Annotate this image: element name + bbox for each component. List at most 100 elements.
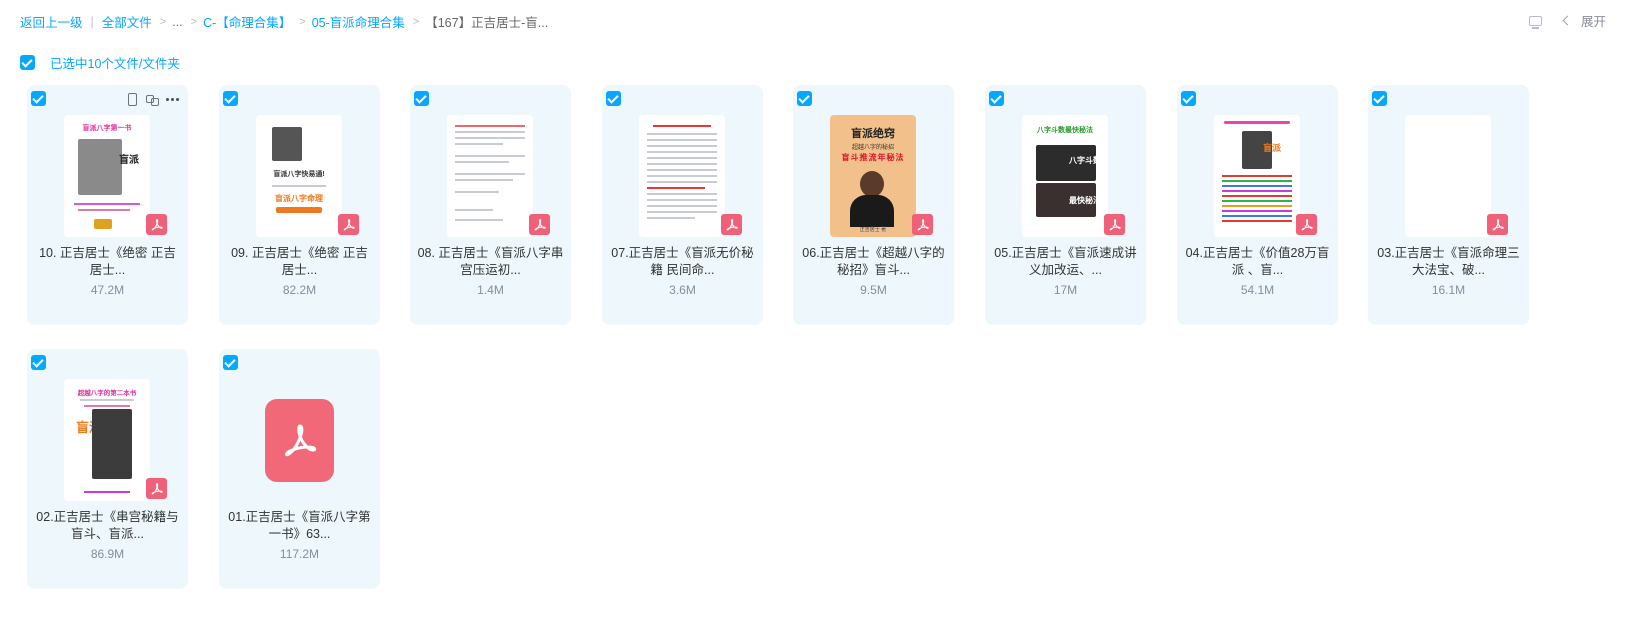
thumb-line bbox=[647, 187, 705, 189]
top-bar: 返回上一级 | 全部文件 > ... > C-【命理合集】 > 05-盲派命理合… bbox=[0, 0, 1636, 40]
thumb-line bbox=[455, 137, 525, 139]
file-thumbnail: 盲派绝窍 超越八字的秘招 盲斗推流年秘法 正吉居士 著 bbox=[830, 115, 916, 237]
file-thumbnail bbox=[639, 115, 725, 237]
file-card[interactable]: 08. 正吉居士《盲派八字串宫压运初... 1.4M bbox=[410, 85, 571, 325]
file-card[interactable]: 盲派八字快易通! 盲派八字命理 09. 正吉居士《绝密 正吉居士... 82.2… bbox=[219, 85, 380, 325]
file-card[interactable]: 03.正吉居士《盲派命理三大法宝、破... 16.1M bbox=[1368, 85, 1529, 325]
breadcrumb-level2[interactable]: 05-盲派命理合集 bbox=[312, 12, 405, 31]
thumb-line bbox=[455, 131, 525, 133]
chevron-left-icon[interactable] bbox=[1562, 15, 1573, 26]
file-size: 9.5M bbox=[860, 283, 887, 297]
thumb-line bbox=[455, 179, 513, 181]
breadcrumb-arrow-icon: > bbox=[190, 15, 198, 28]
file-checkbox[interactable] bbox=[1181, 91, 1196, 106]
file-card[interactable]: 07.正吉居士《盲派无价秘籍 民间命... 3.6M bbox=[602, 85, 763, 325]
selection-bar: 已选中10个文件/文件夹 bbox=[20, 53, 180, 72]
expand-button[interactable]: 展开 bbox=[1581, 11, 1606, 30]
thumb-line bbox=[647, 175, 717, 177]
file-name: 05.正吉居士《盲派速成讲义加改运、... bbox=[994, 246, 1137, 277]
thumb-line bbox=[455, 191, 499, 193]
file-checkbox[interactable] bbox=[31, 355, 46, 370]
thumb-line bbox=[1222, 195, 1292, 197]
file-thumbnail: 盲派 bbox=[1214, 115, 1300, 237]
thumb-mark: 八字斗数 bbox=[1069, 156, 1101, 165]
file-card[interactable]: 超越八字的第二本书 盲派 02.正吉居士《串宫秘籍与盲斗、盲派... 86.9M bbox=[27, 349, 188, 589]
thumb-line bbox=[455, 161, 509, 163]
more-icon[interactable] bbox=[166, 93, 180, 105]
file-size: 82.2M bbox=[282, 283, 317, 297]
file-checkbox[interactable] bbox=[414, 91, 429, 106]
file-size: 17M bbox=[1053, 283, 1078, 297]
breadcrumb-level1[interactable]: C-【命理合集】 bbox=[203, 12, 291, 31]
file-checkbox[interactable] bbox=[989, 91, 1004, 106]
thumb-mark: 盲派 bbox=[119, 155, 139, 166]
thumb-line bbox=[1222, 180, 1292, 182]
thumb-line bbox=[647, 217, 695, 219]
file-name: 01.正吉居士《盲派八字第一书》63... bbox=[228, 510, 371, 541]
file-card[interactable]: 盲派绝窍 超越八字的秘招 盲斗推流年秘法 正吉居士 著 06.正吉居士《超越八字… bbox=[793, 85, 954, 325]
file-name: 06.正吉居士《超越八字的秘招》盲斗... bbox=[802, 246, 945, 277]
thumb-line bbox=[1222, 215, 1292, 217]
phone-icon[interactable] bbox=[126, 93, 138, 106]
file-size: 1.4M bbox=[477, 283, 504, 297]
file-size: 47.2M bbox=[90, 283, 125, 297]
pdf-icon bbox=[146, 478, 167, 499]
file-name: 07.正吉居士《盲派无价秘籍 民间命... bbox=[611, 246, 754, 277]
thumb-line bbox=[1222, 205, 1292, 207]
thumb-line bbox=[455, 155, 525, 157]
thumb-line bbox=[78, 209, 130, 211]
thumb-line bbox=[1222, 175, 1292, 177]
thumb-line bbox=[74, 203, 140, 205]
thumb-line bbox=[647, 193, 717, 195]
thumb-line bbox=[455, 125, 525, 127]
pdf-icon bbox=[529, 214, 550, 235]
file-checkbox[interactable] bbox=[797, 91, 812, 106]
thumb-line bbox=[455, 219, 503, 221]
file-size: 86.9M bbox=[90, 547, 125, 561]
file-checkbox[interactable] bbox=[1372, 91, 1387, 106]
breadcrumb-all-files[interactable]: 全部文件 bbox=[102, 12, 152, 31]
thumb-line bbox=[1222, 210, 1292, 212]
file-checkbox[interactable] bbox=[223, 91, 238, 106]
select-all-checkbox[interactable] bbox=[20, 55, 35, 70]
pdf-icon bbox=[912, 214, 933, 235]
file-card[interactable]: 八字斗数最快秘法 八字斗数 最快秘法 05.正吉居士《盲派速成讲义加改运、...… bbox=[985, 85, 1146, 325]
file-size: 3.6M bbox=[669, 283, 696, 297]
thumb-line bbox=[647, 205, 717, 207]
file-card[interactable]: 盲派八字第一书 盲派 10. 正吉居士《绝密 正吉居士... 47.2M bbox=[27, 85, 188, 325]
thumb-line bbox=[647, 169, 717, 171]
thumb-line bbox=[653, 125, 711, 127]
file-checkbox[interactable] bbox=[223, 355, 238, 370]
back-link[interactable]: 返回上一级 bbox=[20, 12, 83, 31]
thumb-line bbox=[1222, 220, 1292, 222]
file-checkbox[interactable] bbox=[31, 91, 46, 106]
poster-tagline: 盲斗推流年秘法 bbox=[841, 153, 905, 162]
file-size: 16.1M bbox=[1431, 283, 1466, 297]
thumb-line bbox=[84, 405, 130, 407]
breadcrumb-current: 【167】正吉居士-盲... bbox=[425, 16, 549, 30]
thumb-line bbox=[455, 209, 493, 211]
file-name: 10. 正吉居士《绝密 正吉居士... bbox=[39, 246, 176, 277]
card-tools bbox=[126, 93, 180, 106]
thumb-line bbox=[647, 139, 717, 141]
breadcrumb-ellipsis[interactable]: ... bbox=[172, 15, 182, 29]
view-controls: 展开 bbox=[1528, 11, 1606, 30]
file-size: 117.2M bbox=[279, 547, 320, 561]
thumb-mark: 最快秘法 bbox=[1069, 196, 1101, 205]
monitor-icon[interactable] bbox=[1528, 15, 1542, 29]
link-icon[interactable] bbox=[146, 93, 159, 106]
file-name: 09. 正吉居士《绝密 正吉居士... bbox=[231, 246, 368, 277]
thumb-subtitle: 盲派八字命理 bbox=[275, 194, 323, 203]
file-checkbox[interactable] bbox=[606, 91, 621, 106]
breadcrumb-arrow-icon: > bbox=[159, 15, 167, 28]
thumb-photo bbox=[272, 127, 302, 161]
file-card[interactable]: 01.正吉居士《盲派八字第一书》63... 117.2M bbox=[219, 349, 380, 589]
thumb-mark-block bbox=[276, 207, 322, 213]
thumb-line bbox=[1222, 200, 1292, 202]
file-thumbnail bbox=[447, 115, 533, 237]
pdf-icon bbox=[1104, 214, 1125, 235]
file-name: 03.正吉居士《盲派命理三大法宝、破... bbox=[1377, 246, 1520, 277]
file-name: 08. 正吉居士《盲派八字串宫压运初... bbox=[417, 246, 564, 277]
file-card[interactable]: 盲派 04.正吉居士《价值28万盲派 、盲... 54.1M bbox=[1177, 85, 1338, 325]
breadcrumb-arrow-icon: > bbox=[299, 15, 306, 28]
